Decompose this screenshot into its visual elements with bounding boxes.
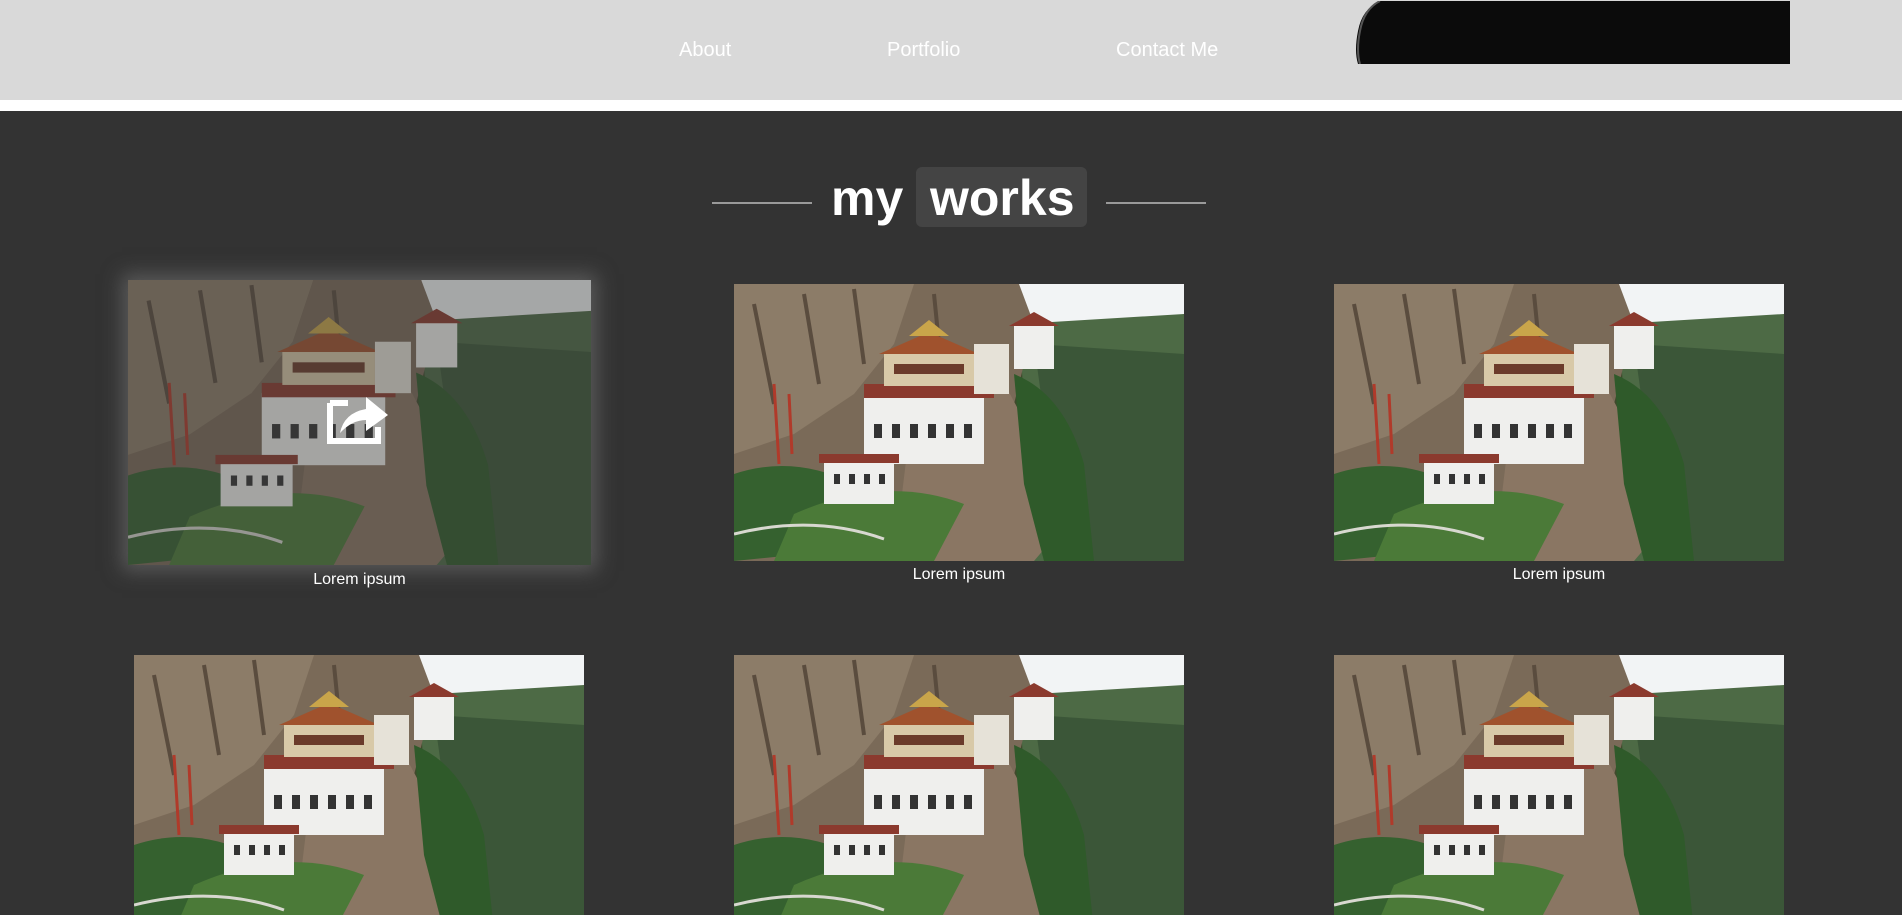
monastery-photo [134, 655, 584, 915]
work-thumbnail[interactable] [734, 284, 1184, 561]
title-line-left [712, 202, 812, 204]
work-thumbnail[interactable] [1334, 284, 1784, 561]
title-line-right [1106, 202, 1206, 204]
share-icon[interactable] [326, 389, 390, 445]
work-thumbnail[interactable] [134, 655, 584, 915]
work-thumbnail[interactable] [128, 280, 591, 565]
header-divider [0, 100, 1902, 111]
nav-about-link[interactable]: About [679, 38, 731, 62]
monastery-photo [734, 655, 1184, 915]
site-header: About Portfolio Contact Me [0, 0, 1902, 100]
work-thumbnail[interactable] [1334, 655, 1784, 915]
monastery-photo [734, 284, 1184, 561]
nav-portfolio-link[interactable]: Portfolio [887, 38, 960, 62]
section-title: my works [0, 166, 1902, 228]
monastery-photo [1334, 284, 1784, 561]
work-caption: Lorem ipsum [1512, 566, 1606, 583]
title-my: my [831, 170, 904, 226]
monastery-photo [1334, 655, 1784, 915]
work-caption: Lorem ipsum [912, 566, 1006, 583]
header-profile-image [1340, 1, 1790, 64]
work-caption: Lorem ipsum [313, 571, 406, 588]
work-thumbnail[interactable] [734, 655, 1184, 915]
title-works: works [930, 170, 1075, 226]
nav-contact-link[interactable]: Contact Me [1116, 38, 1218, 62]
